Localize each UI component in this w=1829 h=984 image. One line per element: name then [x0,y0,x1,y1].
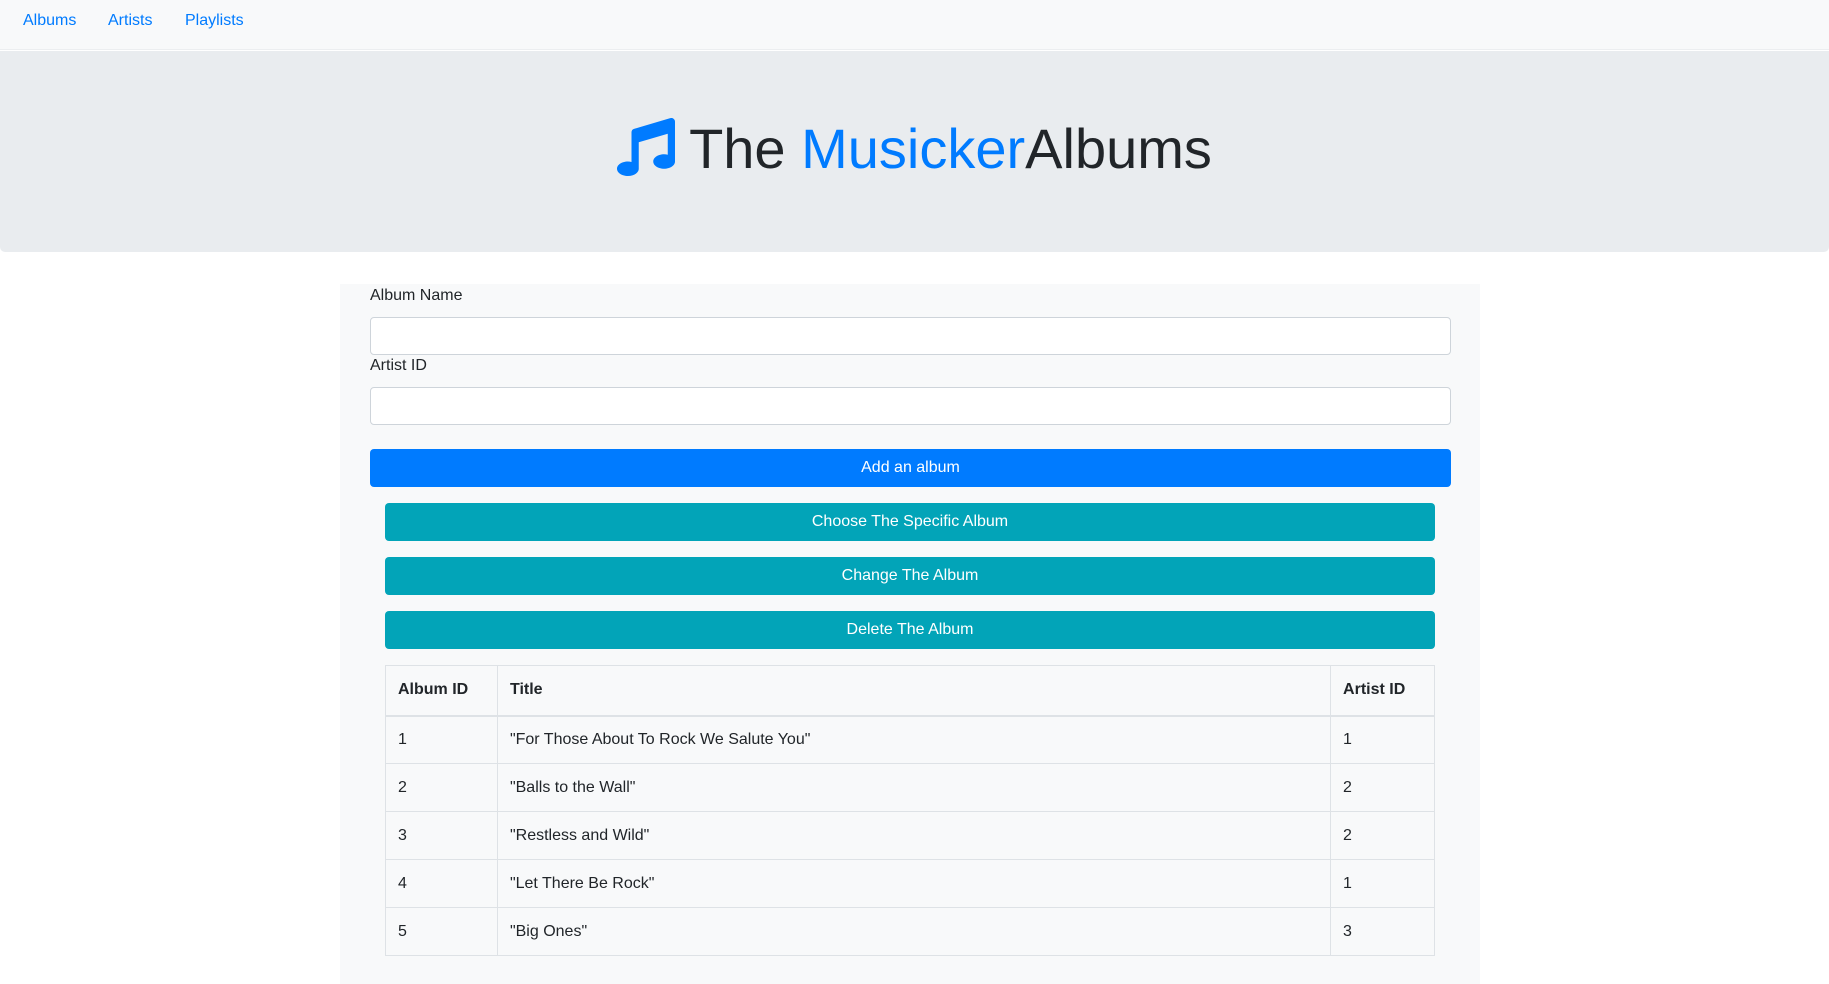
nav-link-artists[interactable]: Artists [108,12,152,30]
artist-id-cell: 2 [1330,763,1435,812]
title-brand: Musicker [801,117,1026,180]
artist-id-cell: 1 [1330,859,1435,908]
column-header-artist-id: Artist ID [1330,665,1435,717]
choose-album-button[interactable]: Choose The Specific Album [385,503,1435,541]
artist-id-cell: 3 [1330,907,1435,956]
table-row[interactable]: 4 "Let There Be Rock" 1 [385,859,1435,908]
album-id-cell: 3 [385,811,498,860]
album-id-cell: 4 [385,859,498,908]
album-id-cell: 5 [385,907,498,956]
album-title-cell: "Let There Be Rock" [496,859,1332,908]
artist-id-cell: 1 [1330,715,1435,764]
album-name-label: Album Name [370,287,463,304]
album-title-cell: "For Those About To Rock We Salute You" [496,715,1332,764]
album-id-cell: 1 [385,715,498,764]
delete-album-button[interactable]: Delete The Album [385,611,1435,649]
nav-link-playlists[interactable]: Playlists [185,12,244,30]
album-title-cell: "Restless and Wild" [496,811,1332,860]
albums-table: Album ID Title Artist ID 1 "For Those Ab… [385,665,1435,956]
page-title: The MusickerAlbums [0,118,1829,177]
table-row[interactable]: 2 "Balls to the Wall" 2 [385,763,1435,812]
artist-id-label: Artist ID [370,357,427,374]
album-title-cell: "Big Ones" [496,907,1332,956]
artist-id-cell: 2 [1330,811,1435,860]
artist-id-input[interactable] [370,387,1451,425]
title-suffix: Albums [1025,117,1212,180]
change-album-button[interactable]: Change The Album [385,557,1435,595]
column-header-album-id: Album ID [385,665,498,717]
album-id-cell: 2 [385,763,498,812]
table-row[interactable]: 3 "Restless and Wild" 2 [385,811,1435,860]
album-title-cell: "Balls to the Wall" [496,763,1332,812]
album-name-input[interactable] [370,317,1451,355]
title-prefix: The [689,117,802,180]
table-row[interactable]: 1 "For Those About To Rock We Salute You… [385,715,1435,764]
table-row[interactable]: 5 "Big Ones" 3 [385,907,1435,956]
add-album-button[interactable]: Add an album [370,449,1451,487]
nav-link-albums[interactable]: Albums [23,12,76,30]
table-header-row: Album ID Title Artist ID [385,665,1435,717]
top-navbar: Albums Artists Playlists [0,0,1829,50]
music-note-icon [617,118,676,176]
hero-banner: The MusickerAlbums [0,51,1829,252]
column-header-title: Title [496,665,1332,717]
